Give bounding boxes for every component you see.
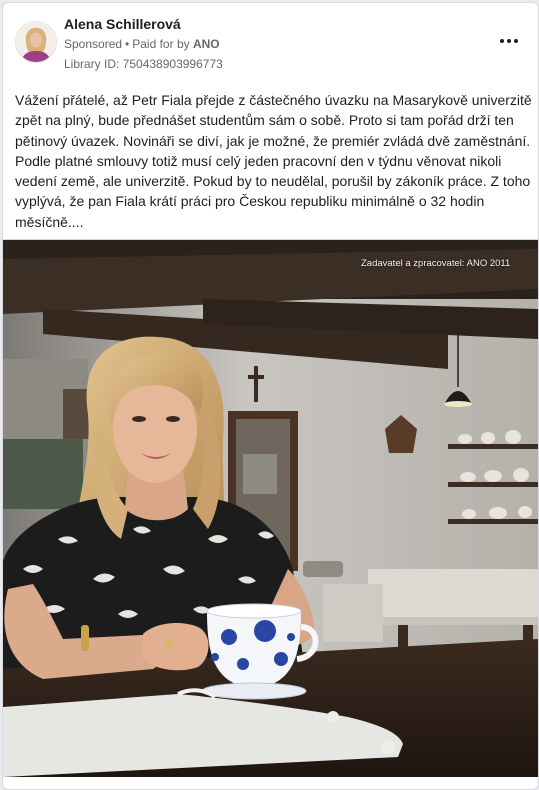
avatar-image: [16, 22, 56, 62]
library-id: Library ID: 750438903996773: [64, 57, 223, 71]
post-text-line: vedení země, ale univerzitě. Pokud by to…: [15, 173, 531, 190]
ad-card: Alena Schillerová Sponsored • Paid for by …: [2, 2, 539, 790]
post-text-line: vyplývá, že pan Fiala krátí práci pro Če…: [15, 193, 485, 210]
sponsorship-info: Sponsored • Paid for by ANO: [64, 37, 220, 51]
paid-for-by: ANO: [192, 37, 220, 51]
separator-dot: •: [125, 37, 130, 51]
post-text-line: Podle platné smlouvy totiž musí celý jed…: [15, 152, 502, 169]
sponsored-label: Sponsored: [64, 37, 123, 51]
post-text-line: Vážení přátelé, až Petr Fiala přejde z č…: [15, 92, 532, 108]
post-text-line: měsíčně....: [15, 213, 84, 230]
more-options-icon[interactable]: [495, 31, 523, 51]
ad-disclaimer-watermark: Zadavatel a zpracovatel: ANO 2011: [361, 258, 511, 269]
post-text-line: zpět na plný, bude přednášet studentům s…: [15, 112, 514, 129]
post-header: Alena Schillerová Sponsored • Paid for by …: [3, 3, 538, 81]
post-text: Vážení přátelé, až Petr Fiala přejde z č…: [15, 90, 532, 232]
avatar[interactable]: [15, 21, 57, 63]
advertiser-name[interactable]: Alena Schillerová: [64, 16, 181, 32]
paid-for-prefix: Paid for by: [132, 37, 190, 51]
ad-image[interactable]: Zadavatel a zpracovatel: ANO 2011: [3, 239, 538, 777]
ad-photo: [3, 239, 538, 777]
post-text-line: pětinový úvazek. Novináři se diví, jak j…: [15, 132, 531, 149]
